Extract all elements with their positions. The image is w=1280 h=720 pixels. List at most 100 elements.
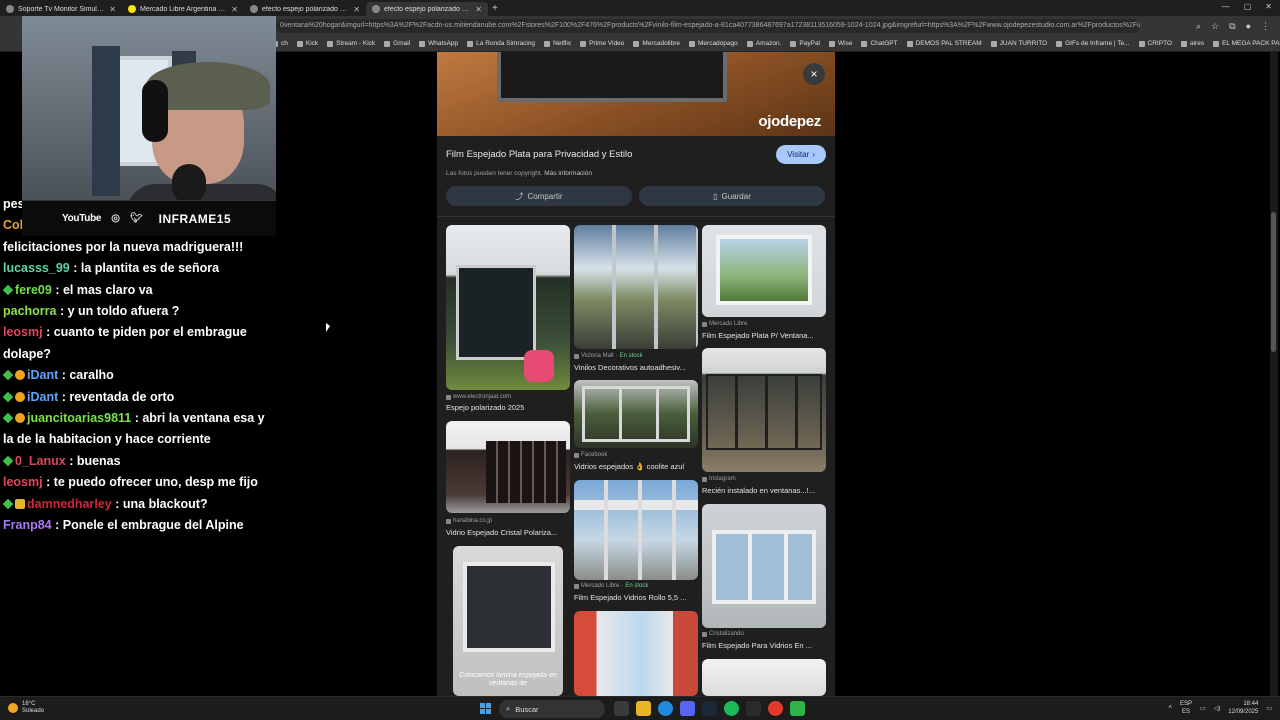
minimize-icon[interactable]: —: [1222, 2, 1230, 11]
app-icon[interactable]: [746, 701, 761, 716]
bookmark-item[interactable]: Wise: [829, 40, 852, 47]
volume-icon[interactable]: ◁): [1214, 705, 1221, 712]
chat-username[interactable]: damnedharley: [27, 497, 112, 511]
bookmark-item[interactable]: PayPal: [790, 40, 820, 47]
bookmark-item[interactable]: ChatGPT: [861, 40, 898, 47]
result-title[interactable]: Vidrio Espejado Cristal Polariza...: [446, 528, 570, 537]
result-thumbnail[interactable]: [702, 348, 826, 472]
network-icon[interactable]: ▭: [1200, 705, 1206, 712]
image-title[interactable]: Film Espejado Plata para Privacidad y Es…: [446, 149, 632, 160]
result-title[interactable]: Film Espejado Vidrios Rollo 5,5 ...: [574, 593, 698, 602]
chat-username[interactable]: leosmj: [3, 475, 43, 489]
source-text: hanabina.co.jp: [453, 518, 493, 524]
result-thumbnail[interactable]: [702, 225, 826, 317]
extensions-icon[interactable]: ⧉: [1229, 21, 1235, 32]
more-info-link[interactable]: Más información: [544, 170, 592, 177]
maximize-icon[interactable]: ▢: [1244, 2, 1252, 11]
result-thumbnail[interactable]: [702, 504, 826, 628]
result-thumbnail[interactable]: [446, 421, 570, 513]
chat-username[interactable]: lucasss_99: [3, 261, 70, 275]
save-button[interactable]: ▯ Guardar: [639, 186, 825, 206]
bookmark-item[interactable]: aires: [1181, 40, 1204, 47]
close-tab-icon[interactable]: ✕: [231, 5, 238, 14]
bookmark-icon: [580, 40, 587, 47]
spotify-icon[interactable]: [724, 701, 739, 716]
result-title[interactable]: Film Espejado Plata P/ Ventana...: [702, 331, 826, 340]
steam-icon[interactable]: [702, 701, 717, 716]
windows-start-icon[interactable]: [480, 703, 491, 714]
bookmark-item[interactable]: Mercadopago: [689, 40, 738, 47]
bookmark-item[interactable]: Prime Video: [580, 40, 624, 47]
language-indicator[interactable]: ESP ES: [1180, 700, 1192, 716]
result-thumbnail[interactable]: [574, 225, 698, 349]
tab-google-active[interactable]: efecto espejo polarizado ventan ✕: [366, 2, 488, 16]
tab-google-1[interactable]: efecto espejo polarizado ventan ✕: [244, 2, 366, 16]
page-scrollbar[interactable]: [1270, 52, 1278, 696]
url-field[interactable]: 0ventana%20hogar&imgurl=https%3A%2F%2Fac…: [276, 19, 1140, 33]
bookmark-item[interactable]: La Ronda Simracing: [467, 40, 535, 47]
chat-username[interactable]: Franp84: [3, 518, 52, 532]
bookmark-item[interactable]: Stream - Kick: [327, 40, 375, 47]
task-view-icon[interactable]: [614, 701, 629, 716]
tab-mercadolibre[interactable]: Mercado Libre Argentina - Envío ✕: [122, 2, 244, 16]
zoom-icon[interactable]: ⌕: [1196, 21, 1201, 32]
bookmark-item[interactable]: Netflix: [544, 40, 571, 47]
chat-username[interactable]: Col: [3, 218, 23, 232]
chat-username[interactable]: leosmj: [3, 325, 43, 339]
chevron-up-icon[interactable]: ˄: [1168, 705, 1172, 711]
chat-username[interactable]: iDant: [27, 390, 58, 404]
close-window-icon[interactable]: ✕: [1265, 2, 1272, 11]
star-icon[interactable]: ☆: [1211, 21, 1219, 32]
clock[interactable]: 18:44 12/09/2025: [1228, 700, 1258, 716]
close-tab-icon[interactable]: ✕: [353, 5, 360, 14]
discord-icon[interactable]: [680, 701, 695, 716]
save-label: Guardar: [721, 191, 751, 201]
bookmark-item[interactable]: GIFs de Inframe | Te...: [1056, 40, 1130, 47]
app-icon[interactable]: [790, 701, 805, 716]
result-title[interactable]: Vinilos Decorativos autoadhesiv...: [574, 363, 698, 372]
visit-button[interactable]: Visitar ›: [776, 145, 826, 164]
bookmark-item[interactable]: DEMOS PAL STREAM: [906, 40, 982, 47]
chat-username[interactable]: iDant: [27, 368, 58, 382]
result-thumbnail[interactable]: [446, 225, 570, 390]
chrome-icon[interactable]: [768, 701, 783, 716]
close-tab-icon[interactable]: ✕: [109, 5, 116, 14]
taskbar-search[interactable]: ⌕ Buscar: [499, 700, 605, 718]
result-thumbnail[interactable]: [574, 611, 698, 696]
result-title[interactable]: Film Espejado Para Vidrios En ...: [702, 641, 826, 650]
preview-image[interactable]: ojodepez: [437, 52, 835, 136]
share-button[interactable]: ⤴ Compartir: [446, 186, 632, 206]
close-button[interactable]: ×: [803, 63, 825, 85]
bookmark-item[interactable]: WhatsApp: [419, 40, 458, 47]
result-thumbnail[interactable]: [574, 380, 698, 448]
file-explorer-icon[interactable]: [636, 701, 651, 716]
bookmark-item[interactable]: Kick: [296, 40, 318, 47]
result-thumbnail[interactable]: [574, 480, 698, 580]
close-tab-icon[interactable]: ✕: [475, 5, 482, 14]
new-tab-button[interactable]: +: [492, 3, 498, 14]
chat-username[interactable]: fere09: [15, 283, 52, 297]
result-title[interactable]: Espejo polarizado 2025: [446, 403, 570, 412]
bookmark-item[interactable]: Amazon.: [746, 40, 781, 47]
bookmark-icon: [990, 40, 997, 47]
chat-username[interactable]: juancitoarias9811: [27, 411, 131, 425]
bookmark-item[interactable]: Gmail: [384, 40, 410, 47]
bookmark-item[interactable]: Mercadolibre: [633, 40, 680, 47]
result-thumbnail[interactable]: [702, 659, 826, 696]
scrollbar-thumb[interactable]: [1271, 212, 1276, 352]
profile-icon[interactable]: ●: [1246, 21, 1251, 32]
edge-icon[interactable]: [658, 701, 673, 716]
result-title[interactable]: Recién instalado en ventanas...!...: [702, 486, 826, 495]
chat-username[interactable]: 0_Lanux: [15, 454, 66, 468]
tab-soporte[interactable]: Soporte Tv Monitor Simulador De ✕: [0, 2, 122, 16]
notifications-icon[interactable]: ▭: [1266, 705, 1272, 712]
bookmark-item[interactable]: CRIPTO: [1138, 40, 1172, 47]
bookmark-item[interactable]: JUAN TURRITO: [990, 40, 1047, 47]
time: 18:44: [1243, 701, 1259, 707]
chat-username[interactable]: pachorra: [3, 304, 57, 318]
weather-widget[interactable]: 18°C Soleado: [8, 701, 44, 715]
result-thumbnail[interactable]: Colocamos lamina espejada en ventanas de: [453, 546, 563, 696]
result-title[interactable]: Vidrios espejados 👌 coolite azul: [574, 462, 698, 471]
bookmark-item[interactable]: EL MEGA PACK PAP...: [1213, 40, 1280, 47]
menu-icon[interactable]: ⋮: [1261, 21, 1270, 32]
